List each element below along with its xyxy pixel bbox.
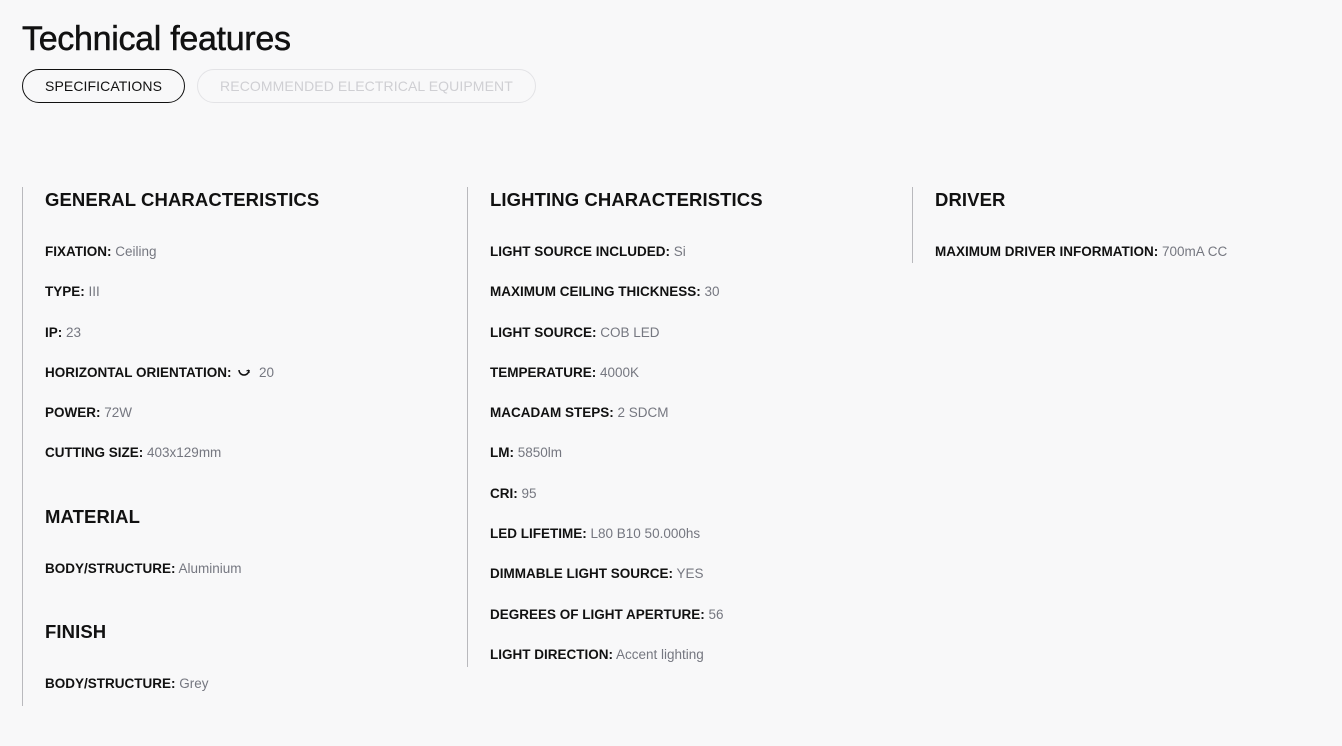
spec-value: 23 — [66, 324, 82, 340]
spec-label: CUTTING SIZE: — [45, 445, 144, 461]
spec-row-cutting-size: CUTTING SIZE: 403x129mm — [45, 444, 462, 484]
general-rows: FIXATION: Ceiling TYPE: III IP: 23 HORIZ… — [45, 243, 462, 485]
page-title: Technical features — [22, 20, 291, 59]
driver-rows: MAXIMUM DRIVER INFORMATION: 700mA CC — [935, 243, 1332, 283]
spec-row-light-direction: LIGHT DIRECTION: Accent lighting — [490, 646, 907, 686]
section-title-finish: FINISH — [45, 621, 107, 643]
spec-row-dimmable-light-source: DIMMABLE LIGHT SOURCE: YES — [490, 565, 907, 605]
spec-label: HORIZONTAL ORIENTATION: — [45, 364, 232, 380]
spec-value: Ceiling — [115, 244, 157, 259]
spec-row-maximum-ceiling-thickness: MAXIMUM CEILING THICKNESS: 30 — [490, 283, 907, 323]
lighting-rows: LIGHT SOURCE INCLUDED: Si MAXIMUM CEILIN… — [490, 243, 907, 686]
spec-value: III — [88, 284, 100, 300]
spec-row-ip: IP: 23 — [45, 324, 462, 364]
spec-value: 72W — [104, 405, 133, 421]
spec-row-led-lifetime: LED LIFETIME: L80 B10 50.000hs — [490, 525, 907, 565]
spec-row-horizontal-orientation: HORIZONTAL ORIENTATION: 20 — [45, 364, 462, 404]
spec-label: LIGHT SOURCE: — [490, 324, 597, 340]
spec-label: TEMPERATURE: — [490, 364, 597, 380]
spec-label: MAXIMUM DRIVER INFORMATION: — [935, 244, 1159, 259]
spec-row-light-source-included: LIGHT SOURCE INCLUDED: Si — [490, 243, 907, 283]
spec-value: 20 — [259, 364, 275, 380]
general-column: GENERAL CHARACTERISTICS FIXATION: Ceilin… — [22, 187, 462, 706]
spec-row-light-source: LIGHT SOURCE: COB LED — [490, 324, 907, 364]
spec-label: CRI: — [490, 485, 518, 501]
section-title-general: GENERAL CHARACTERISTICS — [45, 189, 320, 210]
spec-label: BODY/STRUCTURE: — [45, 560, 176, 576]
spec-value: 403x129mm — [147, 445, 222, 461]
spec-value: 56 — [708, 606, 724, 622]
spec-value: COB LED — [600, 324, 660, 340]
spec-label: IP: — [45, 324, 63, 340]
spec-row-lm: LM: 5850lm — [490, 444, 907, 484]
spec-value: 700mA CC — [1162, 244, 1228, 259]
spec-value: Aluminium — [178, 560, 242, 576]
tab-recommended-electrical-equipment[interactable]: RECOMMENDED ELECTRICAL EQUIPMENT — [197, 69, 536, 103]
finish-rows: BODY/STRUCTURE: Grey — [45, 675, 462, 715]
material-rows: BODY/STRUCTURE: Aluminium — [45, 560, 462, 600]
section-title-material: MATERIAL — [45, 505, 140, 527]
spec-value: YES — [676, 566, 704, 582]
spec-value: 30 — [704, 284, 720, 300]
spec-value: 95 — [521, 485, 537, 501]
spec-label: POWER: — [45, 405, 101, 421]
spec-label: TYPE: — [45, 284, 85, 300]
spec-row-power: POWER: 72W — [45, 404, 462, 444]
tab-specifications[interactable]: SPECIFICATIONS — [22, 69, 186, 103]
spec-row-degrees-of-light-aperture: DEGREES OF LIGHT APERTURE: 56 — [490, 606, 907, 646]
spec-row-body-structure-material: BODY/STRUCTURE: Aluminium — [45, 560, 462, 600]
spec-value: 4000K — [600, 364, 640, 380]
spec-row-type: TYPE: III — [45, 283, 462, 323]
tab-bar: SPECIFICATIONS RECOMMENDED ELECTRICAL EQ… — [22, 69, 536, 103]
spec-value: Si — [673, 244, 686, 259]
spec-row-macadam-steps: MACADAM STEPS: 2 SDCM — [490, 404, 907, 444]
spec-row-temperature: TEMPERATURE: 4000K — [490, 364, 907, 404]
spec-row-body-structure-finish: BODY/STRUCTURE: Grey — [45, 675, 462, 715]
spec-label: DEGREES OF LIGHT APERTURE: — [490, 606, 705, 622]
spec-label: BODY/STRUCTURE: — [45, 676, 176, 692]
technical-features-page: Technical features SPECIFICATIONS RECOMM… — [0, 0, 1342, 746]
spec-label: LM: — [490, 445, 514, 461]
spec-label: LIGHT DIRECTION: — [490, 646, 613, 662]
spec-value: Accent lighting — [616, 646, 704, 662]
spec-label: MAXIMUM CEILING THICKNESS: — [490, 284, 701, 300]
spec-label: DIMMABLE LIGHT SOURCE: — [490, 566, 673, 582]
spec-label: LIGHT SOURCE INCLUDED: — [490, 244, 670, 259]
lighting-column: LIGHTING CHARACTERISTICS LIGHT SOURCE IN… — [467, 187, 907, 667]
spec-label: MACADAM STEPS: — [490, 405, 614, 421]
rotate-icon — [237, 365, 251, 376]
spec-value: Grey — [179, 676, 209, 692]
spec-label: FIXATION: — [45, 244, 112, 259]
section-title-driver: DRIVER — [935, 189, 1006, 210]
driver-column: DRIVER MAXIMUM DRIVER INFORMATION: 700mA… — [912, 187, 1332, 263]
spec-row-fixation: FIXATION: Ceiling — [45, 243, 462, 283]
spec-row-cri: CRI: 95 — [490, 485, 907, 525]
spec-value: 5850lm — [517, 445, 563, 461]
spec-value: L80 B10 50.000hs — [590, 526, 701, 542]
spec-label: LED LIFETIME: — [490, 526, 587, 542]
section-title-lighting: LIGHTING CHARACTERISTICS — [490, 189, 763, 210]
spec-value: 2 SDCM — [617, 405, 669, 421]
spec-row-maximum-driver-information: MAXIMUM DRIVER INFORMATION: 700mA CC — [935, 243, 1332, 283]
